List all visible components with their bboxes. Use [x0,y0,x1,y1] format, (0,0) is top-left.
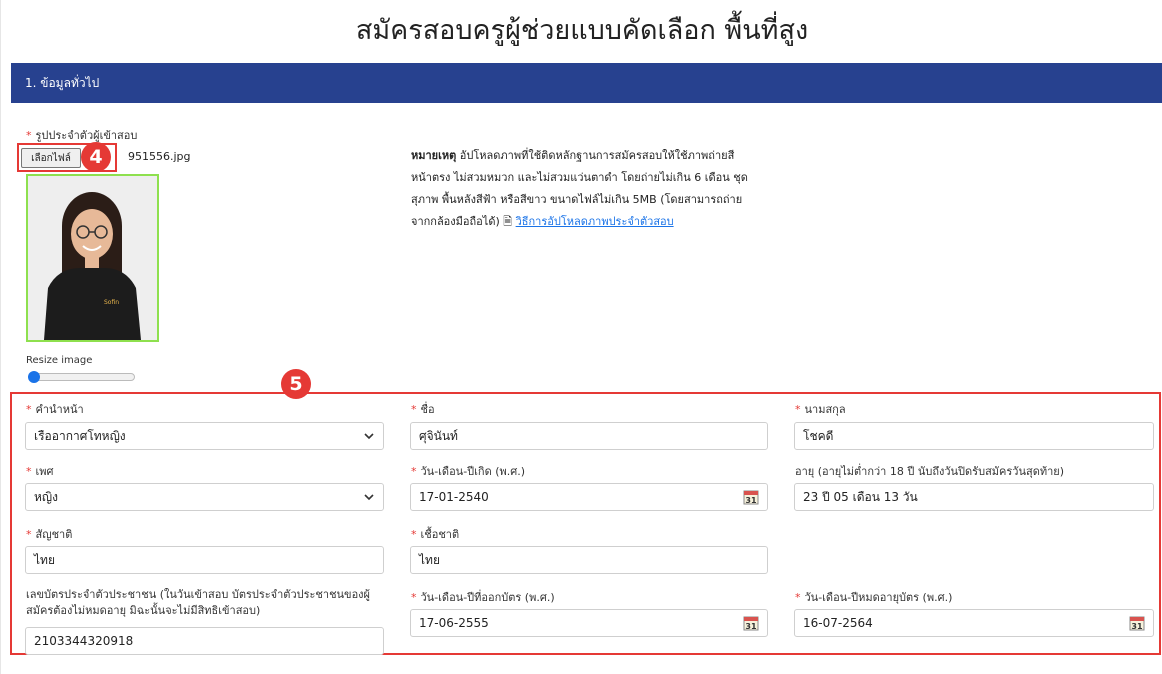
svg-text:31: 31 [745,496,757,505]
first-name-input[interactable]: ศุจินันท์ [410,422,768,450]
gender-select[interactable]: หญิง [25,483,384,511]
expiry-date-label: * วัน-เดือน-ปีหมดอายุบัตร (พ.ศ.) [795,591,953,604]
calendar-icon[interactable]: 31 [743,615,759,631]
person-photo-icon: Sofin [28,176,157,340]
section-header-general-info: 1. ข้อมูลทั่วไป [11,63,1162,103]
svg-text:31: 31 [745,622,757,631]
chevron-down-icon [364,433,374,440]
page-title: สมัครสอบครูผู้ช่วยแบบคัดเลือก พื้นที่สูง [355,15,809,46]
selected-file-name: 951556.jpg [128,150,191,163]
chevron-down-icon [364,494,374,501]
upload-guide-link[interactable]: วิธีการอัปโหลดภาพประจำตัวสอบ [516,215,674,228]
profile-photo: Sofin [26,174,159,342]
svg-text:Sofin: Sofin [104,299,119,306]
birth-date-label: * วัน-เดือน-ปีเกิด (พ.ศ.) [411,465,526,478]
annotation-badge-5: 5 [281,369,311,399]
issue-date-input[interactable]: 17-06-2555 31 [410,609,768,637]
id-card-input[interactable]: 2103344320918 [25,627,384,655]
calendar-icon[interactable]: 31 [743,489,759,505]
ethnicity-label: * เชื้อชาติ [411,528,460,541]
ethnicity-input[interactable]: ไทย [410,546,768,574]
nationality-label: * สัญชาติ [26,528,73,541]
gender-label: * เพศ [26,465,54,478]
issue-date-label: * วัน-เดือน-ปีที่ออกบัตร (พ.ศ.) [411,591,555,604]
prefix-select[interactable]: เรืออากาศโทหญิง [25,422,384,450]
upload-note: หมายเหตุ อัปโหลดภาพที่ใช้ติดหลักฐานการสม… [411,145,756,233]
age-input: 23 ปี 05 เดือน 13 วัน [794,483,1154,511]
page: สมัครสอบครูผู้ช่วยแบบคัดเลือก พื้นที่สูง… [0,0,1162,674]
last-name-input[interactable]: โชคดี [794,422,1154,450]
svg-text:31: 31 [1131,622,1143,631]
last-name-label: * นามสกุล [795,403,846,416]
annotation-badge-4: 4 [81,142,111,172]
document-icon: 🗎 [503,215,513,228]
resize-image-slider[interactable] [28,371,135,383]
birth-date-input[interactable]: 17-01-2540 31 [410,483,768,511]
age-label: อายุ (อายุไม่ต่ำกว่า 18 ปี นับถึงวันปิดร… [795,465,1065,478]
first-name-label: * ชื่อ [411,403,435,416]
calendar-icon[interactable]: 31 [1129,615,1145,631]
required-mark: * [26,129,32,142]
resize-image-label: Resize image [26,355,93,366]
expiry-date-input[interactable]: 16-07-2564 31 [794,609,1154,637]
slider-handle[interactable] [28,371,40,383]
nationality-input[interactable]: ไทย [25,546,384,574]
prefix-label: * คำนำหน้า [26,403,84,416]
section-title: 1. ข้อมูลทั่วไป [25,75,100,90]
id-card-label: เลขบัตรประจำตัวประชาชน (ในวันเข้าสอบ บัต… [26,588,370,617]
note-title: หมายเหตุ [411,149,457,162]
photo-label: * รูปประจำตัวผู้เข้าสอบ [26,129,138,142]
